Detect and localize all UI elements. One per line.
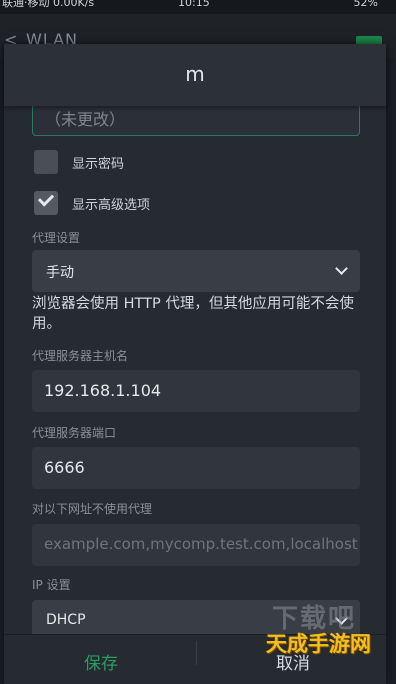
bypass-hosts-placeholder: example.com,mycomp.test.com,localhost (44, 535, 358, 553)
chevron-down-icon (335, 262, 348, 275)
show-password-label: 显示密码 (72, 157, 125, 172)
password-value: （未更改） (45, 110, 126, 129)
battery-level: 52% (353, 0, 378, 9)
show-password-checkbox[interactable] (34, 150, 58, 174)
clock: 10:15 (178, 0, 210, 9)
proxy-select[interactable]: 手动 (32, 250, 360, 292)
save-button[interactable]: 保存 (84, 649, 118, 674)
proxy-section-label: 代理设置 (32, 231, 81, 245)
proxy-port-input[interactable]: 6666 (32, 447, 360, 489)
ip-settings-value: DHCP (46, 612, 86, 628)
status-bar: 联通·移动 0.00K/s 10:15 52% (0, 0, 396, 14)
proxy-hostname-input[interactable]: 192.168.1.104 (32, 370, 360, 412)
cancel-button[interactable]: 取消 (276, 649, 310, 674)
proxy-select-value: 手动 (46, 265, 74, 281)
dialog-button-bar: 保存 取消 (4, 634, 386, 674)
button-divider (196, 641, 197, 665)
show-advanced-checkbox[interactable] (34, 190, 58, 215)
ip-settings-label: IP 设置 (32, 578, 71, 592)
port-label: 代理服务器端口 (32, 426, 117, 440)
dialog-header: m (4, 44, 386, 106)
hostname-label: 代理服务器主机名 (32, 349, 129, 363)
dialog-title: m (185, 62, 205, 86)
show-advanced-label: 显示高级选项 (72, 198, 151, 213)
chevron-down-icon (335, 612, 348, 625)
bypass-hosts-input[interactable]: example.com,mycomp.test.com,localhost (32, 524, 360, 566)
proxy-hostname-value: 192.168.1.104 (44, 381, 162, 400)
proxy-port-value: 6666 (44, 458, 85, 477)
wifi-settings-dialog: m （未更改） 显示密码 显示高级选项 代理设置 手动 浏览器会使用 HTTP … (4, 44, 386, 684)
bypass-label: 对以下网址不使用代理 (32, 502, 153, 516)
checkmark-icon (37, 190, 55, 207)
proxy-note: 浏览器会使用 HTTP 代理，但其他应用可能不会使用。 (32, 296, 354, 332)
carrier-network-status: 联通·移动 0.00K/s (2, 0, 95, 9)
